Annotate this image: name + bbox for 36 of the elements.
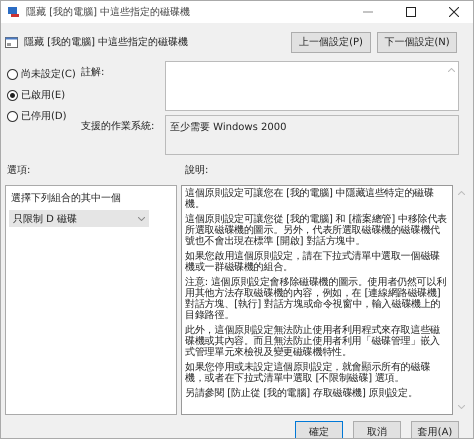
radio-label: 尚未設定(C) [21,68,76,81]
nav-button[interactable]: 下一個設定(N) [377,32,457,52]
help-paragraph: 如果您停用或未設定這個原則設定，就會顯示所有的磁碟機，或者在下拉式清單中選取 [不限制磁碟] 選項。 [185,362,432,384]
radio-option[interactable]: 已啟用(E) [7,88,79,102]
dialog-button[interactable]: 取消 [353,421,401,438]
radio-label: 已停用(D) [21,110,67,123]
radio-option[interactable]: 已停用(D) [7,109,79,123]
help-paragraph: 這個原則設定可讓您從 [我的電腦] 和 [檔案總管] 中移除代表所選取磁碟機的圖示。另外，代表所選取磁碟機的磁碟機代號也不會出現在標準 [開啟] 對話方塊中。 [185,214,448,247]
options-prompt: 選擇下列組合的其中一個 [10,192,122,205]
policy-title: 隱藏 [我的電腦] 中這些指定的磁碟機 [24,36,190,49]
chevron-icon [138,216,145,220]
help-paragraph: 另請參閱 [防止從 [我的電腦] 存取磁碟機] 原則設定。 [185,388,419,399]
help-paragraph: 這個原則設定可讓您在 [我的電腦] 中隱藏這些特定的磁碟機。 [185,188,435,210]
help-paragraph: 如果您啟用這個原則設定，請在下拉式清單中選取一個磁碟機或一群磁碟機的組合。 [185,251,441,273]
nav-button[interactable]: 上一個設定(P) [291,32,371,52]
close-icon [449,7,459,17]
maximize-icon [406,7,416,17]
dialog-button[interactable]: 套用(A) [411,421,459,438]
policy-icon [5,36,18,48]
radio-circle[interactable] [7,110,18,122]
comment-label: 註解: [80,66,106,80]
options-label: 選項: [6,164,32,177]
radio-label: 已啟用(E) [21,89,66,102]
comment-field[interactable] [165,61,459,111]
app-icon [7,6,21,18]
help-paragraph: 注意: 這個原則設定會移除磁碟機的圖示。使用者仍然可以利用其他方法存取磁碟機的內容，例如，在 [連線網路磁碟機] 對話方塊、[執行] 對話方塊或命令視窗中，輸入磁碟機上的目錄路徑。 [185,277,448,321]
radio-circle[interactable] [7,90,18,100]
radio-option[interactable]: 尚未設定(C) [7,67,79,81]
radio-circle[interactable] [7,68,18,80]
drive-dropdown[interactable]: 只限制 D 磁碟 [9,210,149,227]
supported-label: 支援的作業系統: [80,120,156,134]
dialog-button[interactable]: 確定 [295,421,343,438]
supported-value: 至少需要 Windows 2000 [169,120,288,135]
help-paragraph: 此外，這個原則設定無法防止使用者利用程式來存取這些磁碟機或其內容。而且無法防止使用者利用「磁碟管理」嵌入式管理單元來檢視及變更磁碟機特性。 [185,325,441,358]
help-label: 說明: [185,164,208,177]
window-title: 隱藏 [我的電腦] 中這些指定的磁碟機 [26,6,192,19]
